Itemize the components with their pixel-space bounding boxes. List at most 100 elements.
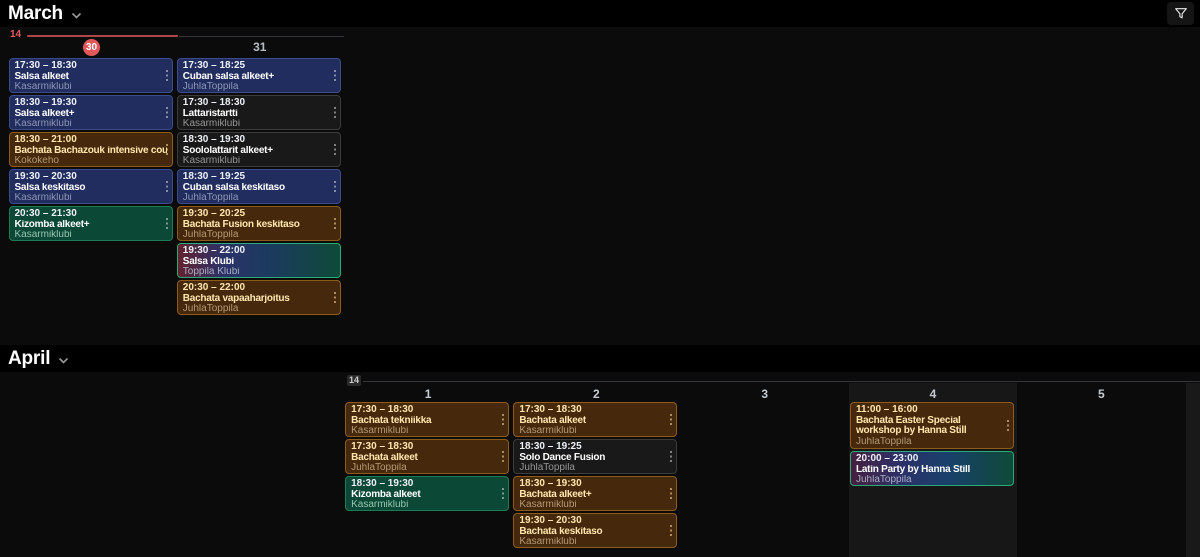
month-title[interactable]: April	[8, 348, 50, 370]
event-venue: Kasarmiklubi	[351, 500, 503, 511]
event-card[interactable]: 19:30 – 22:00Salsa KlubiToppila Klubi	[177, 243, 341, 278]
event-title: Cuban salsa keskitaso	[183, 183, 335, 194]
event-card[interactable]: 19:30 – 20:25Bachata Fusion keskitasoJuh…	[177, 206, 341, 241]
day-header[interactable]: 4	[849, 386, 1017, 403]
event-venue: JuhlaToppila	[856, 437, 1008, 448]
event-time: 18:30 – 19:30	[519, 479, 671, 490]
day-header[interactable]: 31	[176, 39, 344, 56]
day-header[interactable]: 1	[344, 386, 512, 403]
event-card[interactable]: 18:30 – 19:30Bachata alkeet+Kasarmiklubi	[513, 476, 677, 511]
event-title: Bachata alkeet+	[519, 490, 671, 501]
event-venue: JuhlaToppila	[351, 463, 503, 474]
day-column: 11:00 – 16:00Bachata Easter Special work…	[850, 402, 1014, 486]
event-title: Salsa alkeet	[15, 72, 167, 83]
event-card[interactable]: 18:30 – 19:30Soololattarit alkeet+Kasarm…	[177, 132, 341, 167]
event-venue: Kasarmiklubi	[15, 230, 167, 241]
drag-handle-icon[interactable]	[166, 181, 168, 193]
event-card[interactable]: 18:30 – 19:25Solo Dance FusionJuhlaToppi…	[513, 439, 677, 474]
month-section-march: March 14 3017:30 – 18:30Salsa alkeetKasa…	[0, 0, 1200, 345]
event-time: 17:30 – 18:30	[15, 61, 167, 72]
event-card[interactable]: 17:30 – 18:30Bachata alkeetJuhlaToppila	[345, 439, 509, 474]
drag-handle-icon[interactable]	[670, 488, 672, 500]
event-title: Kizomba alkeet+	[15, 220, 167, 231]
event-card[interactable]: 17:30 – 18:30Salsa alkeetKasarmiklubi	[9, 58, 173, 93]
funnel-icon	[1173, 6, 1189, 22]
day-header[interactable]: 2	[512, 386, 680, 403]
chevron-down-icon[interactable]	[71, 6, 82, 24]
week-number: 14	[347, 375, 361, 386]
drag-handle-icon[interactable]	[502, 414, 504, 426]
drag-handle-icon[interactable]	[670, 451, 672, 463]
event-card[interactable]: 18:30 – 19:30Kizomba alkeetKasarmiklubi	[345, 476, 509, 511]
drag-handle-icon[interactable]	[334, 107, 336, 119]
event-card[interactable]: 19:30 – 20:30Bachata keskitasoKasarmiklu…	[513, 513, 677, 548]
week-progress-line	[27, 35, 178, 37]
month-title[interactable]: March	[8, 3, 63, 25]
event-card[interactable]: 18:30 – 19:30Salsa alkeet+Kasarmiklubi	[9, 95, 173, 130]
drag-handle-icon[interactable]	[166, 144, 168, 156]
event-title: Salsa alkeet+	[15, 109, 167, 120]
event-card[interactable]: 18:30 – 19:25Cuban salsa keskitasoJuhlaT…	[177, 169, 341, 204]
event-time: 18:30 – 19:30	[183, 135, 335, 146]
event-time: 19:30 – 20:30	[519, 516, 671, 527]
drag-handle-icon[interactable]	[166, 70, 168, 82]
drag-handle-icon[interactable]	[1007, 420, 1009, 432]
day-column: 17:30 – 18:30Bachata alkeetKasarmiklubi1…	[513, 402, 677, 548]
drag-handle-icon[interactable]	[334, 181, 336, 193]
drag-handle-icon[interactable]	[502, 488, 504, 500]
drag-handle-icon[interactable]	[166, 107, 168, 119]
event-venue: Kasarmiklubi	[15, 193, 167, 204]
drag-handle-icon[interactable]	[334, 218, 336, 230]
event-venue: Kasarmiklubi	[15, 82, 167, 93]
drag-handle-icon[interactable]	[670, 525, 672, 537]
filter-button[interactable]	[1167, 2, 1194, 25]
month-header-band: March	[0, 0, 1200, 27]
event-card[interactable]: 19:30 – 20:30Salsa keskitasoKasarmiklubi	[9, 169, 173, 204]
drag-handle-icon[interactable]	[166, 218, 168, 230]
event-card[interactable]: 20:30 – 22:00Bachata vapaaharjoitusJuhla…	[177, 280, 341, 315]
event-time: 19:30 – 22:00	[183, 246, 335, 257]
drag-handle-icon[interactable]	[334, 292, 336, 304]
event-title: Salsa keskitaso	[15, 183, 167, 194]
event-venue: Kasarmiklubi	[183, 119, 335, 130]
event-time: 17:30 – 18:30	[351, 405, 503, 416]
event-title: Bachata keskitaso	[519, 527, 671, 538]
event-time: 19:30 – 20:25	[183, 209, 335, 220]
event-card[interactable]: 17:30 – 18:30LattaristarttiKasarmiklubi	[177, 95, 341, 130]
event-card[interactable]: 17:30 – 18:30Bachata alkeetKasarmiklubi	[513, 402, 677, 437]
day-column: 17:30 – 18:25Cuban salsa alkeet+JuhlaTop…	[177, 58, 341, 315]
event-venue: Kasarmiklubi	[519, 500, 671, 511]
event-venue: Kasarmiklubi	[15, 119, 167, 130]
event-card[interactable]: 17:30 – 18:30Bachata tekniikkaKasarmiklu…	[345, 402, 509, 437]
month-section-april: April 14 117:30 – 18:30Bachata tekniikka…	[0, 345, 1200, 557]
event-card[interactable]: 20:30 – 21:30Kizomba alkeet+Kasarmiklubi	[9, 206, 173, 241]
day-header[interactable]: 5	[1017, 386, 1185, 403]
event-title: Cuban salsa alkeet+	[183, 72, 335, 83]
event-time: 20:30 – 21:30	[15, 209, 167, 220]
drag-handle-icon[interactable]	[334, 70, 336, 82]
event-title: Bachata vapaaharjoitus	[183, 294, 335, 305]
event-card[interactable]: 20:00 – 23:00Latin Party by Hanna StillJ…	[850, 451, 1014, 486]
event-venue: JuhlaToppila	[183, 82, 335, 93]
event-title: Lattaristartti	[183, 109, 335, 120]
event-venue: Kasarmiklubi	[519, 426, 671, 437]
event-card[interactable]: 11:00 – 16:00Bachata Easter Special work…	[850, 402, 1014, 449]
event-card[interactable]: 17:30 – 18:25Cuban salsa alkeet+JuhlaTop…	[177, 58, 341, 93]
drag-handle-icon[interactable]	[502, 451, 504, 463]
event-time: 20:00 – 23:00	[856, 454, 1008, 465]
event-title: Kizomba alkeet	[351, 490, 503, 501]
chevron-down-icon[interactable]	[58, 351, 69, 369]
event-title: Soololattarit alkeet+	[183, 146, 335, 157]
edge-column-highlight	[1186, 383, 1200, 557]
event-venue: JuhlaToppila	[519, 463, 671, 474]
event-title: Bachata alkeet	[519, 416, 671, 427]
event-card[interactable]: 18:30 – 21:00Bachata Bachazouk intensive…	[9, 132, 173, 167]
event-time: 18:30 – 19:30	[15, 98, 167, 109]
drag-handle-icon[interactable]	[670, 414, 672, 426]
day-header[interactable]: 3	[681, 386, 849, 403]
day-header[interactable]: 30	[8, 39, 176, 56]
event-venue: Kasarmiklubi	[351, 426, 503, 437]
drag-handle-icon[interactable]	[334, 144, 336, 156]
event-venue: Kasarmiklubi	[519, 537, 671, 548]
event-title: Bachata Bachazouk intensive course	[15, 146, 167, 157]
